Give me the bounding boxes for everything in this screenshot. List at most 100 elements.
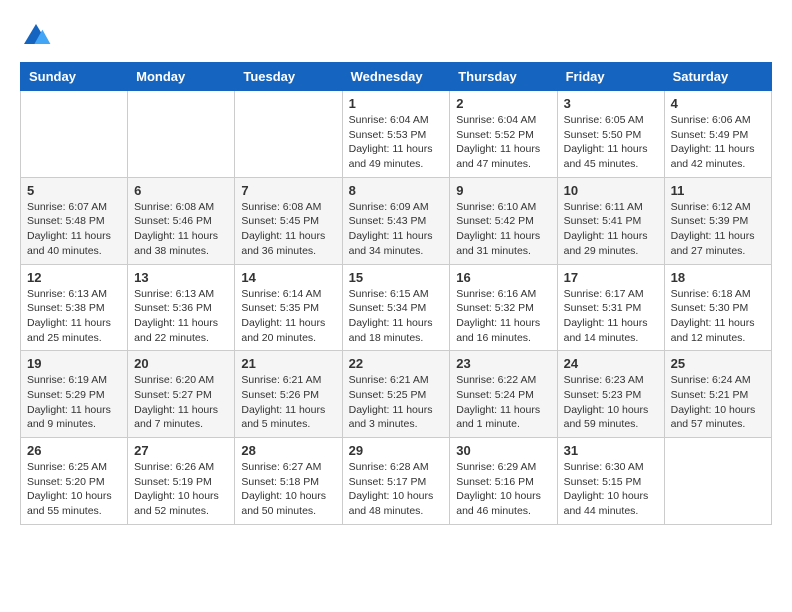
calendar-cell: 28 Sunrise: 6:27 AM Sunset: 5:18 PM Dayli… — [235, 438, 342, 525]
day-info: Sunrise: 6:10 AM Sunset: 5:42 PM Dayligh… — [456, 200, 550, 259]
day-number: 29 — [349, 443, 444, 458]
calendar-cell: 2 Sunrise: 6:04 AM Sunset: 5:52 PM Daylig… — [450, 91, 557, 178]
day-info: Sunrise: 6:20 AM Sunset: 5:27 PM Dayligh… — [134, 373, 228, 432]
day-info: Sunrise: 6:27 AM Sunset: 5:18 PM Dayligh… — [241, 460, 335, 519]
day-number: 23 — [456, 356, 550, 371]
day-number: 16 — [456, 270, 550, 285]
day-info: Sunrise: 6:13 AM Sunset: 5:36 PM Dayligh… — [134, 287, 228, 346]
calendar-cell: 7 Sunrise: 6:08 AM Sunset: 5:45 PM Daylig… — [235, 177, 342, 264]
day-number: 21 — [241, 356, 335, 371]
header-friday: Friday — [557, 63, 664, 91]
day-number: 10 — [564, 183, 658, 198]
day-info: Sunrise: 6:16 AM Sunset: 5:32 PM Dayligh… — [456, 287, 550, 346]
day-number: 6 — [134, 183, 228, 198]
day-number: 17 — [564, 270, 658, 285]
calendar-cell — [235, 91, 342, 178]
calendar-cell: 22 Sunrise: 6:21 AM Sunset: 5:25 PM Dayli… — [342, 351, 450, 438]
calendar-cell: 31 Sunrise: 6:30 AM Sunset: 5:15 PM Dayli… — [557, 438, 664, 525]
calendar-cell: 24 Sunrise: 6:23 AM Sunset: 5:23 PM Dayli… — [557, 351, 664, 438]
day-info: Sunrise: 6:23 AM Sunset: 5:23 PM Dayligh… — [564, 373, 658, 432]
day-info: Sunrise: 6:07 AM Sunset: 5:48 PM Dayligh… — [27, 200, 121, 259]
calendar-cell: 19Sunrise: 6:19 AM Sunset: 5:29 PM Dayli… — [21, 351, 128, 438]
day-number: 19 — [27, 356, 121, 371]
calendar-week-row: 5 Sunrise: 6:07 AM Sunset: 5:48 PM Daylig… — [21, 177, 772, 264]
page-header — [20, 20, 772, 52]
day-number: 14 — [241, 270, 335, 285]
day-info: Sunrise: 6:26 AM Sunset: 5:19 PM Dayligh… — [134, 460, 228, 519]
day-number: 12 — [27, 270, 121, 285]
calendar-week-row: 1 Sunrise: 6:04 AM Sunset: 5:53 PM Daylig… — [21, 91, 772, 178]
calendar-cell: 16 Sunrise: 6:16 AM Sunset: 5:32 PM Dayli… — [450, 264, 557, 351]
day-number: 24 — [564, 356, 658, 371]
day-info: Sunrise: 6:09 AM Sunset: 5:43 PM Dayligh… — [349, 200, 444, 259]
calendar-cell: 13Sunrise: 6:13 AM Sunset: 5:36 PM Dayli… — [128, 264, 235, 351]
day-info: Sunrise: 6:15 AM Sunset: 5:34 PM Dayligh… — [349, 287, 444, 346]
calendar-cell — [21, 91, 128, 178]
header-thursday: Thursday — [450, 63, 557, 91]
day-info: Sunrise: 6:13 AM Sunset: 5:38 PM Dayligh… — [27, 287, 121, 346]
day-info: Sunrise: 6:11 AM Sunset: 5:41 PM Dayligh… — [564, 200, 658, 259]
calendar-cell — [664, 438, 771, 525]
day-info: Sunrise: 6:12 AM Sunset: 5:39 PM Dayligh… — [671, 200, 765, 259]
day-info: Sunrise: 6:08 AM Sunset: 5:45 PM Dayligh… — [241, 200, 335, 259]
logo-icon — [20, 20, 52, 52]
day-number: 3 — [564, 96, 658, 111]
calendar-cell: 14 Sunrise: 6:14 AM Sunset: 5:35 PM Dayli… — [235, 264, 342, 351]
day-info: Sunrise: 6:14 AM Sunset: 5:35 PM Dayligh… — [241, 287, 335, 346]
day-number: 1 — [349, 96, 444, 111]
calendar-cell: 1 Sunrise: 6:04 AM Sunset: 5:53 PM Daylig… — [342, 91, 450, 178]
day-number: 22 — [349, 356, 444, 371]
calendar-cell: 17 Sunrise: 6:17 AM Sunset: 5:31 PM Dayli… — [557, 264, 664, 351]
day-info: Sunrise: 6:06 AM Sunset: 5:49 PM Dayligh… — [671, 113, 765, 172]
day-number: 27 — [134, 443, 228, 458]
day-info: Sunrise: 6:25 AM Sunset: 5:20 PM Dayligh… — [27, 460, 121, 519]
day-info: Sunrise: 6:05 AM Sunset: 5:50 PM Dayligh… — [564, 113, 658, 172]
day-number: 31 — [564, 443, 658, 458]
day-number: 15 — [349, 270, 444, 285]
day-info: Sunrise: 6:17 AM Sunset: 5:31 PM Dayligh… — [564, 287, 658, 346]
day-info: Sunrise: 6:08 AM Sunset: 5:46 PM Dayligh… — [134, 200, 228, 259]
logo — [20, 20, 56, 52]
day-number: 7 — [241, 183, 335, 198]
header-wednesday: Wednesday — [342, 63, 450, 91]
day-number: 2 — [456, 96, 550, 111]
header-tuesday: Tuesday — [235, 63, 342, 91]
day-number: 8 — [349, 183, 444, 198]
calendar-cell: 20 Sunrise: 6:20 AM Sunset: 5:27 PM Dayli… — [128, 351, 235, 438]
calendar-cell — [128, 91, 235, 178]
calendar-cell: 3 Sunrise: 6:05 AM Sunset: 5:50 PM Daylig… — [557, 91, 664, 178]
day-number: 4 — [671, 96, 765, 111]
day-info: Sunrise: 6:24 AM Sunset: 5:21 PM Dayligh… — [671, 373, 765, 432]
calendar-cell: 10 Sunrise: 6:11 AM Sunset: 5:41 PM Dayli… — [557, 177, 664, 264]
day-number: 28 — [241, 443, 335, 458]
day-info: Sunrise: 6:21 AM Sunset: 5:25 PM Dayligh… — [349, 373, 444, 432]
calendar-cell: 29 Sunrise: 6:28 AM Sunset: 5:17 PM Dayli… — [342, 438, 450, 525]
day-info: Sunrise: 6:04 AM Sunset: 5:53 PM Dayligh… — [349, 113, 444, 172]
day-number: 18 — [671, 270, 765, 285]
calendar-cell: 4 Sunrise: 6:06 AM Sunset: 5:49 PM Daylig… — [664, 91, 771, 178]
day-info: Sunrise: 6:29 AM Sunset: 5:16 PM Dayligh… — [456, 460, 550, 519]
calendar-cell: 11 Sunrise: 6:12 AM Sunset: 5:39 PM Dayli… — [664, 177, 771, 264]
calendar-cell: 12 Sunrise: 6:13 AM Sunset: 5:38 PM Dayli… — [21, 264, 128, 351]
day-info: Sunrise: 6:18 AM Sunset: 5:30 PM Dayligh… — [671, 287, 765, 346]
day-info: Sunrise: 6:22 AM Sunset: 5:24 PM Dayligh… — [456, 373, 550, 432]
calendar-cell: 25Sunrise: 6:24 AM Sunset: 5:21 PM Dayli… — [664, 351, 771, 438]
calendar-week-row: 19Sunrise: 6:19 AM Sunset: 5:29 PM Dayli… — [21, 351, 772, 438]
day-number: 11 — [671, 183, 765, 198]
day-number: 30 — [456, 443, 550, 458]
calendar-cell: 6 Sunrise: 6:08 AM Sunset: 5:46 PM Daylig… — [128, 177, 235, 264]
header-saturday: Saturday — [664, 63, 771, 91]
calendar-cell: 26Sunrise: 6:25 AM Sunset: 5:20 PM Dayli… — [21, 438, 128, 525]
day-info: Sunrise: 6:28 AM Sunset: 5:17 PM Dayligh… — [349, 460, 444, 519]
calendar-cell: 27 Sunrise: 6:26 AM Sunset: 5:19 PM Dayli… — [128, 438, 235, 525]
calendar-cell: 21Sunrise: 6:21 AM Sunset: 5:26 PM Dayli… — [235, 351, 342, 438]
calendar-cell: 30 Sunrise: 6:29 AM Sunset: 5:16 PM Dayli… — [450, 438, 557, 525]
day-number: 5 — [27, 183, 121, 198]
header-sunday: Sunday — [21, 63, 128, 91]
calendar-cell: 23 Sunrise: 6:22 AM Sunset: 5:24 PM Dayli… — [450, 351, 557, 438]
day-number: 20 — [134, 356, 228, 371]
day-info: Sunrise: 6:04 AM Sunset: 5:52 PM Dayligh… — [456, 113, 550, 172]
calendar: SundayMondayTuesdayWednesdayThursdayFrid… — [20, 62, 772, 525]
day-info: Sunrise: 6:30 AM Sunset: 5:15 PM Dayligh… — [564, 460, 658, 519]
calendar-cell: 18 Sunrise: 6:18 AM Sunset: 5:30 PM Dayli… — [664, 264, 771, 351]
